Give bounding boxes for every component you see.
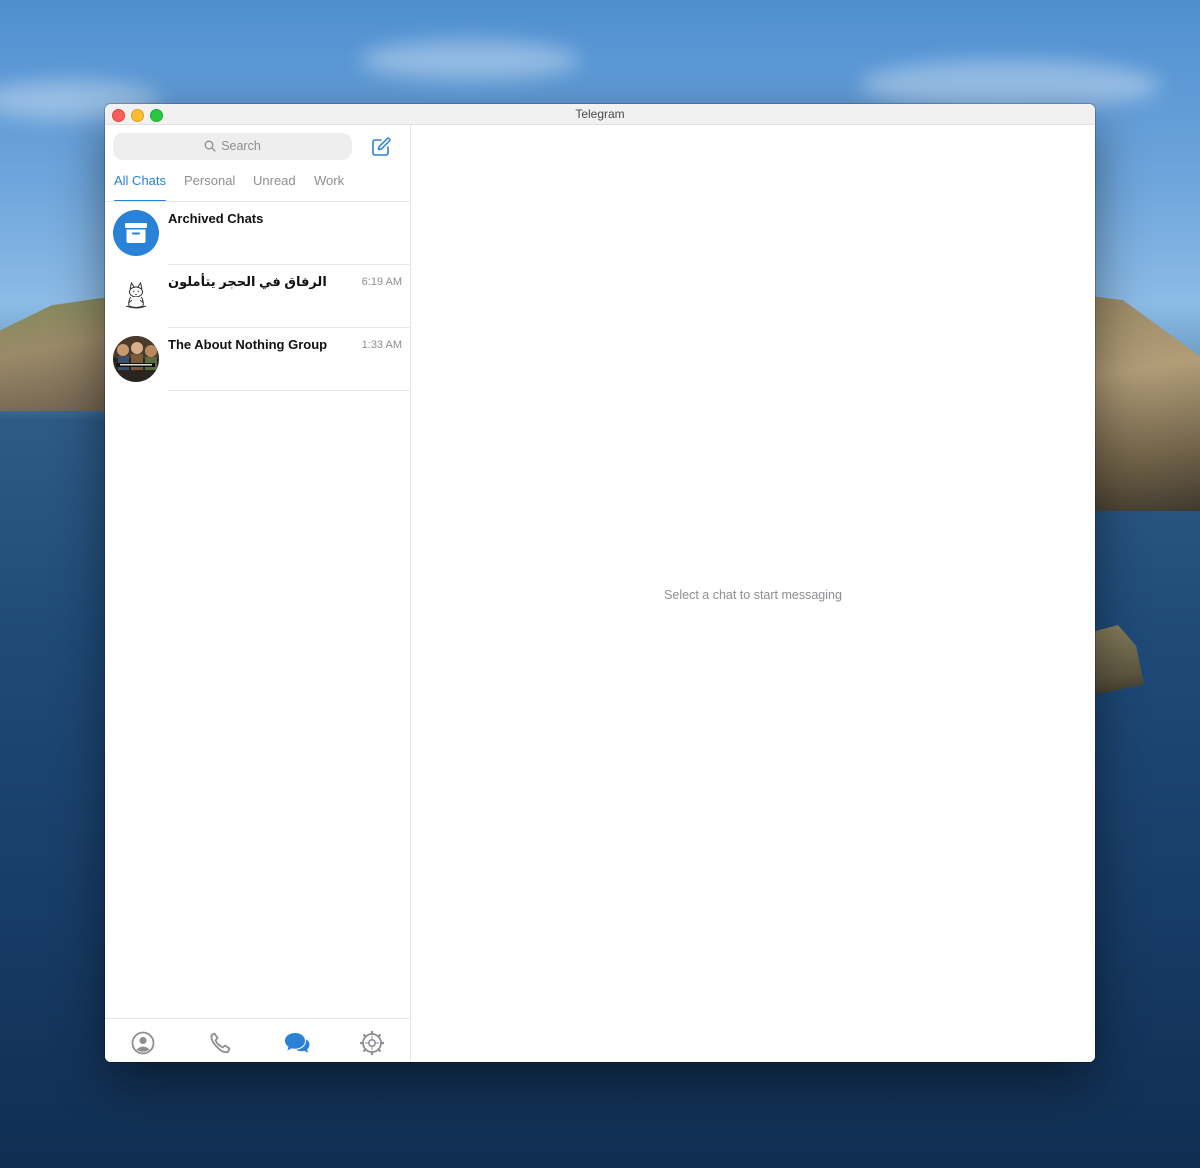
settings-icon (359, 1030, 385, 1056)
contacts-tab[interactable] (131, 1031, 155, 1055)
desktop-island (1090, 296, 1200, 511)
tab-work[interactable]: Work (314, 173, 344, 201)
chat-name: The About Nothing Group (168, 337, 328, 352)
search-icon (204, 140, 216, 152)
tab-all-chats[interactable]: All Chats (114, 173, 167, 202)
chat-name: Archived Chats (168, 211, 264, 226)
settings-tab[interactable] (359, 1030, 385, 1056)
empty-state-message: Select a chat to start messaging (664, 588, 842, 602)
bottom-nav (105, 1018, 410, 1062)
search-placeholder: Search (221, 139, 261, 153)
chat-name: الرفاق في الحجر يتأملون (168, 274, 327, 289)
chat-view: Select a chat to start messaging (411, 125, 1095, 1062)
tab-unread[interactable]: Unread (253, 173, 296, 201)
chat-item-archived[interactable]: Archived Chats (105, 202, 410, 265)
chat-item-about-nothing[interactable]: The About Nothing Group 1:33 AM (105, 328, 410, 391)
group-photo-avatar (113, 336, 159, 382)
cat-sticker-avatar (113, 273, 159, 319)
cat-sticker-icon (125, 281, 147, 309)
chat-divider (168, 390, 410, 391)
archive-icon (125, 223, 147, 243)
compose-button[interactable] (370, 136, 392, 158)
calls-tab[interactable] (208, 1031, 232, 1055)
chat-item-arabic-group[interactable]: الرفاق في الحجر يتأملون 6:19 AM (105, 265, 410, 328)
chat-time: 6:19 AM (361, 276, 402, 288)
chat-time: 1:33 AM (361, 339, 402, 351)
calls-icon (210, 1032, 231, 1054)
sidebar: Search All Chats Personal Unread Work Ar… (105, 125, 411, 1062)
archive-avatar (113, 210, 159, 256)
telegram-window: Telegram Search All Chats Personal Unrea… (105, 104, 1095, 1062)
desktop-rock (1092, 625, 1144, 695)
window-title: Telegram (575, 107, 625, 121)
search-input[interactable]: Search (113, 133, 352, 160)
title-bar[interactable]: Telegram (105, 104, 1095, 125)
folder-tabs: All Chats Personal Unread Work (105, 173, 410, 203)
compose-icon (372, 137, 391, 156)
tab-personal[interactable]: Personal (184, 173, 235, 201)
desktop-cloud (360, 40, 580, 80)
desktop-cloud (860, 60, 1160, 110)
chats-icon (285, 1033, 310, 1053)
desktop-island (0, 296, 115, 411)
chats-tab[interactable] (284, 1031, 310, 1055)
contacts-icon (131, 1031, 155, 1055)
group-photo-icon (113, 336, 159, 382)
